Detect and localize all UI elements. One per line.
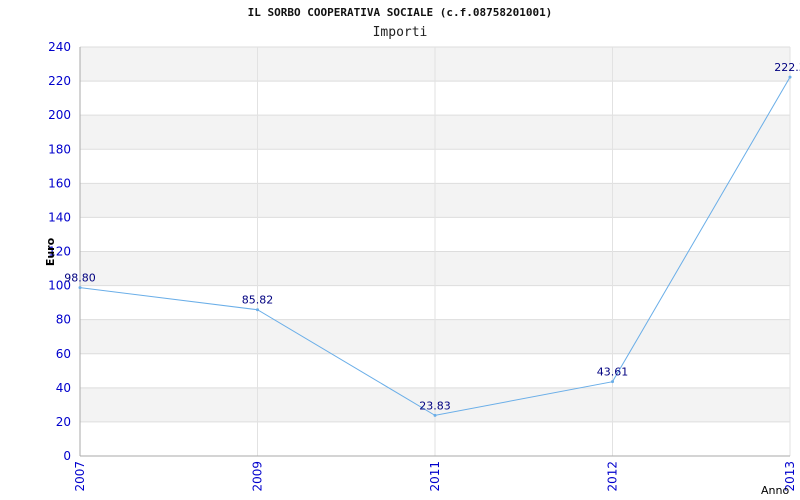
data-label: 85.82 — [242, 294, 274, 307]
y-tick-label: 60 — [56, 347, 71, 361]
y-tick-label: 0 — [63, 449, 71, 463]
data-point — [78, 286, 82, 290]
x-tick-label: 2009 — [251, 461, 265, 492]
y-tick-label: 200 — [48, 108, 71, 122]
data-point — [611, 380, 614, 384]
data-point — [788, 75, 792, 79]
data-point — [433, 413, 437, 417]
x-tick-label: 2011 — [428, 461, 442, 492]
data-label: 23.83 — [419, 399, 451, 412]
chart-container: IL SORBO COOPERATIVA SOCIALE (c.f.087582… — [0, 0, 800, 500]
x-tick-label: 2012 — [606, 461, 620, 492]
y-tick-label: 20 — [56, 415, 71, 429]
y-tick-label: 160 — [48, 176, 71, 190]
y-axis-title: Euro — [44, 237, 57, 266]
x-tick-label: 2007 — [73, 461, 87, 492]
data-label: 43.61 — [597, 366, 629, 379]
data-label: 98.80 — [64, 272, 96, 285]
y-tick-label: 180 — [48, 142, 71, 156]
y-tick-label: 40 — [56, 381, 71, 395]
x-axis-title: Anno — [761, 484, 789, 497]
line-chart: 0204060801001201401601802002202402007 200… — [44, 40, 800, 497]
data-label: 222.3 — [774, 61, 800, 74]
y-tick-label: 140 — [48, 210, 71, 224]
y-tick-label: 220 — [48, 74, 71, 88]
y-tick-label: 80 — [56, 313, 71, 327]
data-point — [256, 308, 259, 312]
y-tick-label: 240 — [48, 40, 71, 54]
